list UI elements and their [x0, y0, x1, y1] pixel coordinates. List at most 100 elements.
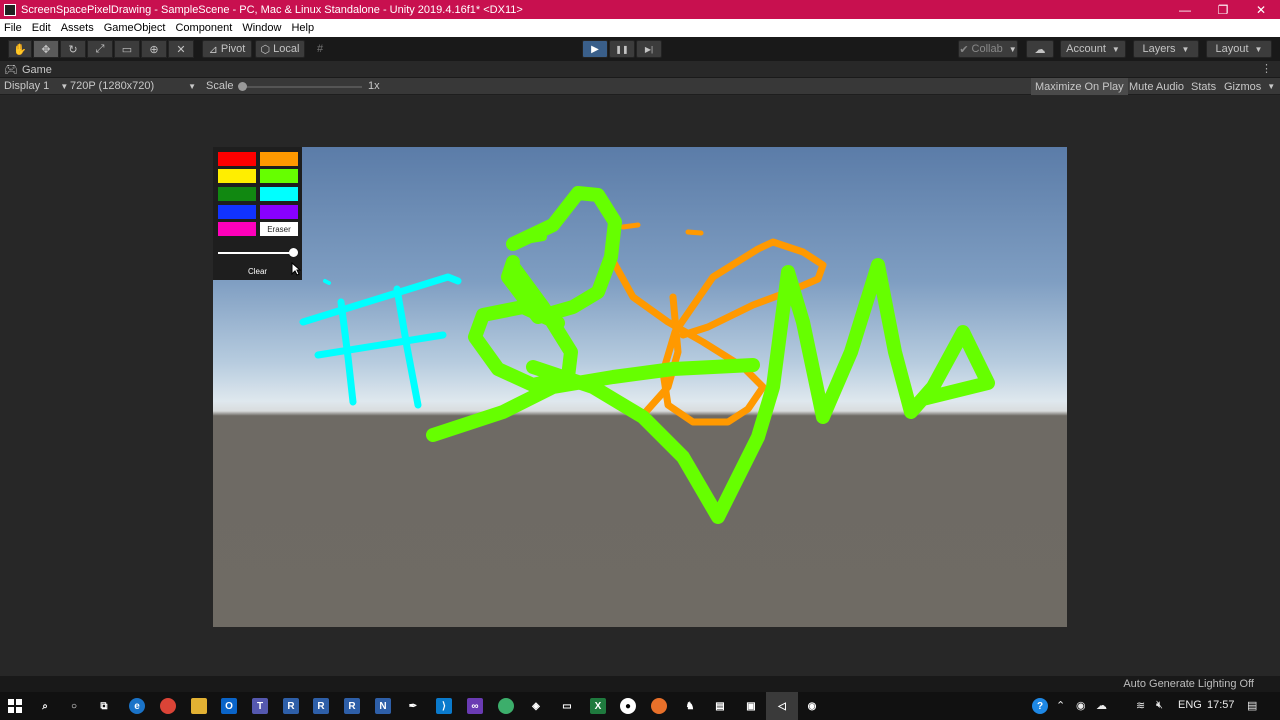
color-swatch-cyan[interactable] — [260, 187, 298, 201]
gizmos-toggle[interactable]: Gizmos ▼ — [1220, 78, 1279, 95]
outlook-icon[interactable]: O — [221, 698, 237, 714]
onedrive-icon[interactable]: ☁ — [1096, 699, 1107, 712]
stats-toggle[interactable]: Stats — [1187, 78, 1220, 95]
move-tool-button[interactable]: ✥ — [33, 40, 59, 58]
help-icon[interactable]: ? — [1032, 698, 1048, 714]
tray-chevron-up-icon[interactable]: ⌃ — [1056, 699, 1065, 712]
chrome-icon[interactable] — [160, 698, 176, 714]
color-swatch-green[interactable] — [218, 187, 256, 201]
unity-editor-icon[interactable]: ◁ — [774, 698, 790, 714]
transform-tool-button[interactable]: ⊕ — [141, 40, 167, 58]
app-icon-printer[interactable]: ▤ — [712, 698, 728, 714]
file-explorer-icon[interactable] — [191, 698, 207, 714]
scale-tool-button[interactable]: ⤢ — [87, 40, 113, 58]
window-title: ScreenSpacePixelDrawing - SampleScene - … — [21, 3, 523, 16]
edge-icon[interactable]: e — [129, 698, 145, 714]
grid-snap-button[interactable]: # — [310, 40, 330, 58]
drawing-canvas[interactable] — [213, 147, 1067, 627]
account-dropdown[interactable]: Account ▼ — [1060, 40, 1126, 58]
game-viewport[interactable] — [213, 147, 1067, 627]
menu-file[interactable]: File — [4, 22, 22, 34]
inkscape-icon[interactable]: ✒ — [405, 698, 421, 714]
hand-tool-button[interactable]: ✋ — [8, 40, 32, 58]
notepad-icon[interactable]: N — [375, 698, 391, 714]
custom-tool-icon: ✕ — [176, 43, 186, 56]
tray-record-icon[interactable]: ◉ — [1076, 699, 1086, 712]
volume-muted-icon[interactable]: 🔇︎ — [1156, 699, 1163, 712]
cloud-button[interactable]: ☁ — [1026, 40, 1054, 58]
play-icon: ▶ — [591, 43, 599, 55]
teams-icon[interactable]: T — [252, 698, 268, 714]
pivot-toggle[interactable]: ⊿ Pivot — [202, 40, 252, 58]
collab-dropdown[interactable]: ✔ Collab ▼ — [958, 40, 1018, 58]
app-icon-vm[interactable]: ▣ — [743, 698, 759, 714]
layout-dropdown[interactable]: Layout ▼ — [1206, 40, 1272, 58]
rect-tool-button[interactable]: ▭ — [114, 40, 140, 58]
rotate-tool-button[interactable]: ↻ — [60, 40, 86, 58]
mute-audio-toggle[interactable]: Mute Audio — [1125, 78, 1188, 95]
pause-button[interactable]: ❚❚ — [609, 40, 635, 58]
language-indicator[interactable]: ENG — [1178, 699, 1202, 711]
excel-icon[interactable]: X — [590, 698, 606, 714]
local-toggle[interactable]: ⬡ Local — [255, 40, 305, 58]
menu-edit[interactable]: Edit — [32, 22, 51, 34]
menu-window[interactable]: Window — [242, 22, 281, 34]
scale-slider-track[interactable] — [240, 86, 362, 88]
brush-size-slider-knob[interactable] — [289, 248, 298, 257]
color-swatch-orange[interactable] — [260, 152, 298, 166]
chevron-down-icon: ▼ — [188, 82, 196, 91]
app-icon-figure[interactable]: ♞ — [682, 698, 698, 714]
menu-component[interactable]: Component — [175, 22, 232, 34]
chevron-down-icon: ▼ — [1254, 44, 1263, 54]
menu-help[interactable]: Help — [291, 22, 314, 34]
layout-label: Layout — [1215, 43, 1249, 55]
clock[interactable]: 17:57 — [1207, 699, 1235, 711]
custom-tool-button[interactable]: ✕ — [168, 40, 194, 58]
color-swatch-blue[interactable] — [218, 205, 256, 219]
color-swatch-magenta[interactable] — [218, 222, 256, 236]
rider-icon-2[interactable]: R — [313, 698, 329, 714]
github-icon[interactable]: ● — [620, 698, 636, 714]
minimize-button[interactable]: — — [1166, 0, 1204, 19]
rider-icon-1[interactable]: R — [283, 698, 299, 714]
app-icon-green[interactable] — [498, 698, 514, 714]
maximize-on-play-toggle[interactable]: Maximize On Play — [1031, 78, 1128, 95]
cyan-strokes — [299, 273, 462, 409]
blender-icon[interactable] — [651, 698, 667, 714]
kebab-menu-icon[interactable]: ⋮ — [1261, 62, 1272, 75]
scale-icon: ⤢ — [95, 42, 105, 55]
cortana-icon[interactable]: ○ — [66, 698, 82, 714]
task-view-icon[interactable]: ⧉ — [96, 698, 112, 714]
color-swatch-red[interactable] — [218, 152, 256, 166]
terminal-icon[interactable]: ▭ — [559, 698, 575, 714]
eraser-button[interactable]: Eraser — [260, 222, 298, 236]
menu-assets[interactable]: Assets — [61, 22, 94, 34]
clear-button[interactable]: Clear — [213, 267, 302, 276]
search-icon[interactable]: ⌕ — [37, 698, 53, 714]
resolution-dropdown[interactable]: 720P (1280x720) ▼ — [70, 80, 198, 92]
layers-dropdown[interactable]: Layers ▼ — [1133, 40, 1199, 58]
color-swatch-lime[interactable] — [260, 169, 298, 183]
step-button[interactable]: ▶| — [636, 40, 662, 58]
notification-icon[interactable]: ▤ — [1247, 699, 1257, 712]
rider-icon-3[interactable]: R — [344, 698, 360, 714]
menu-bar: File Edit Assets GameObject Component Wi… — [0, 19, 1280, 37]
unity-hub-icon[interactable]: ◈ — [528, 698, 544, 714]
wifi-icon[interactable]: ≋ — [1136, 699, 1145, 712]
tab-game[interactable]: 🎮︎ Game — [4, 63, 52, 77]
visual-studio-icon[interactable]: ∞ — [467, 698, 483, 714]
menu-gameobject[interactable]: GameObject — [104, 22, 166, 34]
windows-start-icon[interactable] — [7, 698, 23, 714]
brush-size-slider-track[interactable] — [218, 252, 294, 254]
obs-icon[interactable]: ◉ — [804, 698, 820, 714]
vscode-icon[interactable]: ⟩ — [436, 698, 452, 714]
color-swatch-purple[interactable] — [260, 205, 298, 219]
restore-button[interactable]: ❐ — [1204, 0, 1242, 19]
play-button[interactable]: ▶ — [582, 40, 608, 58]
color-swatch-yellow[interactable] — [218, 169, 256, 183]
scale-slider-knob[interactable] — [238, 82, 247, 91]
resolution-label: 720P (1280x720) — [70, 80, 155, 92]
close-button[interactable]: ✕ — [1242, 0, 1280, 19]
gamepad-icon: 🎮︎ — [4, 64, 18, 76]
display-dropdown[interactable]: Display 1 ▼ — [4, 80, 68, 92]
